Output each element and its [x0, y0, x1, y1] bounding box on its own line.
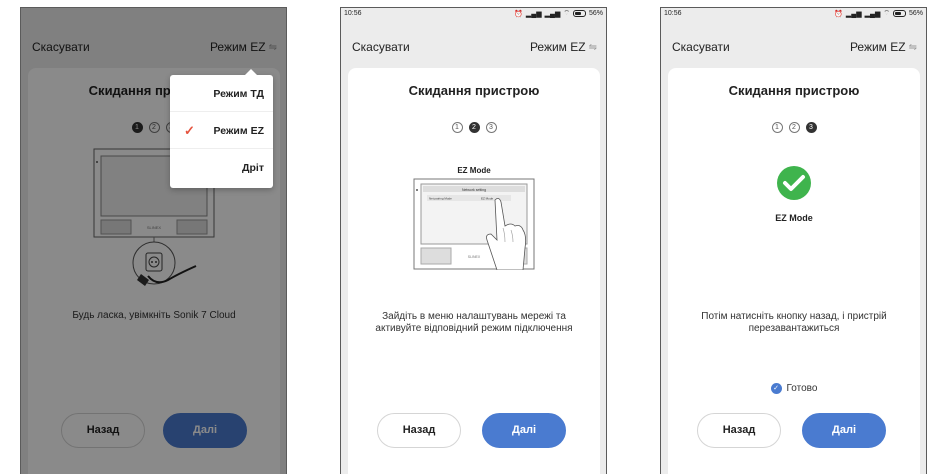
page-title: Скидання пристрою: [408, 83, 540, 98]
wifi-icon: ⌔: [563, 10, 570, 17]
swap-icon: ⇋: [588, 41, 597, 53]
menu-item-label: Режим EZ: [213, 125, 264, 137]
step-3: 3: [485, 122, 497, 133]
phone-screen-2: 10:56 ⏰ ▂▄▆ ▂▄▆ ⌔ 56% Скасувати Режим EZ…: [340, 7, 607, 474]
step-1: 1: [771, 122, 783, 133]
reset-card: Скидання пристрою 1 2 3 EZ Mode Network …: [348, 68, 600, 474]
step-indicator: 1 2 3: [348, 122, 600, 133]
illustration-row-left: Net pairing Mode: [429, 197, 452, 201]
top-bar: Скасувати Режим EZ ⇋: [341, 36, 606, 58]
step-3: 3: [805, 122, 817, 133]
signal-icon: ▂▄▆: [845, 10, 862, 18]
status-bar: 10:56 ⏰ ▂▄▆ ▂▄▆ ⌔ 56%: [341, 8, 606, 22]
signal-icon: ▂▄▆: [864, 10, 881, 18]
illustration-title: EZ Mode: [775, 213, 813, 223]
mode-switcher[interactable]: Режим EZ ⇋: [530, 40, 597, 54]
step-2: 2: [788, 122, 800, 133]
step-2: 2: [468, 122, 480, 133]
back-button[interactable]: Назад: [697, 413, 781, 448]
alarm-icon: ⏰: [514, 10, 523, 18]
mode-dropdown: Режим ТД ✓ Режим EZ Дріт: [170, 69, 273, 188]
battery-icon: [572, 10, 586, 17]
page-title: Скидання пристрою: [728, 83, 860, 98]
illustration-row-right: EZ Mode: [481, 197, 494, 201]
next-button[interactable]: Далі: [802, 413, 886, 448]
instruction-text: Потім натисніть кнопку назад, і пристрій…: [701, 311, 887, 334]
battery-percent: 56%: [908, 10, 923, 17]
mode-switcher[interactable]: Режим EZ ⇋: [850, 40, 917, 54]
status-time: 10:56: [344, 10, 362, 17]
status-icons: ⏰ ▂▄▆ ▂▄▆ ⌔ 56%: [514, 9, 603, 18]
step-indicator: 1 2 3: [668, 122, 920, 133]
status-time: 10:56: [664, 10, 682, 17]
menu-item-wired[interactable]: Дріт: [170, 149, 273, 186]
ready-label: Готово: [786, 383, 818, 394]
mode-label: Режим EZ: [849, 40, 906, 54]
next-button[interactable]: Далі: [482, 413, 566, 448]
instruction-text: Зайдіть в меню налаштувань мережі та акт…: [375, 311, 573, 334]
menu-item-label: Дріт: [242, 162, 264, 174]
battery-percent: 56%: [588, 10, 603, 17]
signal-icon: ▂▄▆: [544, 10, 561, 18]
checkmark-icon: ✓: [184, 123, 195, 138]
top-bar: Скасувати Режим EZ ⇋: [661, 36, 926, 58]
reset-card: Скидання пристрою 1 2 3 EZ Mode Потім на…: [668, 68, 920, 474]
step-1: 1: [451, 122, 463, 133]
back-button[interactable]: Назад: [377, 413, 461, 448]
alarm-icon: ⏰: [834, 10, 843, 18]
swap-icon: ⇋: [908, 41, 917, 53]
cancel-link[interactable]: Скасувати: [352, 40, 410, 54]
ready-checkbox[interactable]: ✓ Готово: [668, 383, 920, 394]
battery-icon: [892, 10, 906, 17]
intercom-menu-illustration: Network setting Net pairing Mode EZ Mode…: [413, 178, 535, 270]
menu-item-td-mode[interactable]: Режим ТД: [170, 75, 273, 112]
wifi-icon: ⌔: [883, 10, 890, 17]
mode-label: Режим EZ: [529, 40, 586, 54]
success-check-icon: [777, 166, 811, 200]
status-icons: ⏰ ▂▄▆ ▂▄▆ ⌔ 56%: [834, 9, 923, 18]
svg-text:SLINEX: SLINEX: [468, 255, 481, 259]
signal-icon: ▂▄▆: [525, 10, 542, 18]
menu-item-ez-mode[interactable]: ✓ Режим EZ: [170, 112, 273, 149]
phone-screen-3: 10:56 ⏰ ▂▄▆ ▂▄▆ ⌔ 56% Скасувати Режим EZ…: [660, 7, 927, 474]
illustration-title: EZ Mode: [457, 166, 491, 175]
checkbox-checked-icon: ✓: [770, 383, 782, 394]
status-bar: 10:56 ⏰ ▂▄▆ ▂▄▆ ⌔ 56%: [661, 8, 926, 22]
phone-screen-1: Скасувати Режим EZ ⇋ Скидання пристрою 1…: [20, 7, 287, 474]
menu-item-label: Режим ТД: [213, 88, 264, 100]
cancel-link[interactable]: Скасувати: [672, 40, 730, 54]
illustration-header: Network setting: [462, 188, 486, 192]
